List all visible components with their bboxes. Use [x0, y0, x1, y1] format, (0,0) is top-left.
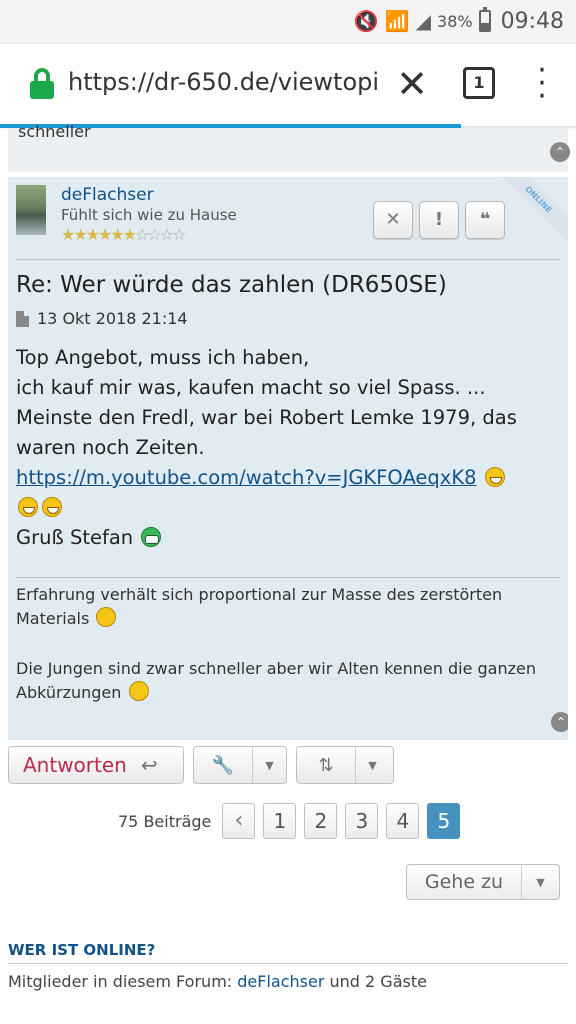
- star-icon: ☆: [147, 225, 161, 244]
- star-icon: ★: [122, 225, 137, 244]
- reply-arrow-icon: ↩: [140, 753, 158, 777]
- post-date: 13 Okt 2018 21:14: [37, 309, 188, 328]
- page-4[interactable]: 4: [386, 803, 420, 839]
- wrench-icon: 🔧: [211, 754, 235, 776]
- post-content: Top Angebot, muss ich haben, ich kauf mi…: [16, 343, 564, 553]
- divider: [16, 259, 560, 260]
- address-bar[interactable]: https://dr-650.de/viewtopic: [68, 68, 378, 96]
- post: ONLINE deFlachser Fühlt sich wie zu Haus…: [8, 177, 568, 740]
- close-icon[interactable]: ✕: [392, 64, 432, 104]
- post-author[interactable]: deFlachser: [61, 185, 154, 205]
- post-line: Meinste den Fredl, war bei Robert Lemke …: [16, 406, 517, 459]
- chevron-down-icon: ▼: [521, 865, 559, 899]
- previous-page-button[interactable]: ‹: [222, 803, 256, 839]
- online-member-link[interactable]: deFlachser: [237, 972, 324, 991]
- post-title[interactable]: Re: Wer würde das zahlen (DR650SE): [16, 272, 447, 298]
- battery-icon: [478, 7, 491, 32]
- post-line: Gruß Stefan: [16, 523, 564, 553]
- sort-icon: ⇅: [318, 754, 334, 776]
- post-line: [16, 493, 564, 523]
- grinning-smiley-icon: [141, 527, 162, 547]
- pagination: 75 Beiträge ‹ 1 2 3 4 5: [118, 803, 461, 839]
- post-count: 75 Beiträge: [118, 811, 212, 831]
- status-bar: 🔇 📶 ◢ 38% 09:48: [0, 0, 576, 44]
- star-icon: ☆: [159, 225, 174, 244]
- topic-tools-button[interactable]: 🔧 ▼: [193, 746, 287, 784]
- star-icon: ★: [73, 225, 87, 244]
- post-meta: 13 Okt 2018 21:14: [16, 309, 188, 328]
- lock-icon[interactable]: [30, 68, 54, 102]
- star-icon: ☆: [172, 225, 186, 244]
- chevron-down-icon: ▼: [252, 747, 286, 783]
- star-icon: ☆: [135, 225, 149, 244]
- previous-post: schneller ⌃: [8, 122, 570, 172]
- sort-button[interactable]: ⇅ ▼: [296, 746, 394, 784]
- avatar[interactable]: [16, 185, 46, 235]
- back-to-top-icon[interactable]: ⌃: [550, 142, 570, 162]
- laughing-smiley-icon: [484, 467, 505, 487]
- page-3[interactable]: 3: [345, 803, 379, 839]
- delete-button[interactable]: ✕: [373, 201, 413, 239]
- tab-switcher-button[interactable]: 1: [463, 67, 495, 99]
- wifi-icon: 📶: [384, 9, 410, 33]
- back-to-top-icon[interactable]: ⌃: [551, 712, 568, 732]
- battery-percent: 38%: [437, 11, 473, 31]
- report-button[interactable]: !: [419, 201, 459, 239]
- post-line: Top Angebot, muss ich haben,: [16, 346, 310, 369]
- post-line: https://m.youtube.com/watch?v=JGKFOAeqxK…: [16, 463, 564, 493]
- who-is-online-heading[interactable]: WER IST ONLINE?: [8, 941, 155, 959]
- author-rank: Fühlt sich wie zu Hause: [61, 206, 237, 224]
- wink-smiley-icon: [128, 681, 149, 701]
- post-line: ich kauf mir was, kaufen macht so viel S…: [16, 376, 486, 399]
- jump-to-button[interactable]: Gehe zu ▼: [406, 864, 560, 900]
- divider: [8, 963, 568, 964]
- rank-stars: ★★★★★★☆☆☆☆: [61, 225, 186, 244]
- clock: 09:48: [500, 8, 564, 34]
- chevron-down-icon: ▼: [355, 747, 389, 783]
- page-5-current[interactable]: 5: [427, 803, 461, 839]
- signature-line: Die Jungen sind zwar schneller aber wir …: [16, 659, 536, 702]
- greeting: Gruß Stefan: [16, 526, 134, 549]
- browser-toolbar: https://dr-650.de/viewtopic ✕ 1 ···: [0, 44, 576, 126]
- star-icon: ★: [110, 225, 124, 244]
- topic-actions: Antworten ↩ 🔧 ▼ ⇅ ▼: [8, 746, 394, 786]
- star-icon: ★: [85, 225, 100, 244]
- reply-button[interactable]: Antworten ↩: [8, 746, 184, 784]
- status-icons: 🔇 📶 ◢ 38% 09:48: [354, 6, 564, 36]
- signature-divider: [16, 577, 560, 578]
- star-icon: ★: [98, 225, 112, 244]
- cool-smiley-icon: [96, 607, 117, 627]
- signature-line: Erfahrung verhält sich proportional zur …: [16, 585, 503, 628]
- overflow-menu-icon[interactable]: · · ·: [536, 56, 548, 112]
- signature: Erfahrung verhält sich proportional zur …: [16, 583, 564, 731]
- online-users: Mitglieder in diesem Forum: deFlachser u…: [8, 972, 427, 991]
- post-buttons: ✕ ! ❝: [373, 201, 505, 239]
- page-2[interactable]: 2: [304, 803, 338, 839]
- signal-icon: ◢: [415, 9, 432, 33]
- laughing-smiley-icon: [42, 497, 62, 517]
- quote-button[interactable]: ❝: [465, 201, 505, 239]
- document-icon[interactable]: [16, 310, 29, 327]
- youtube-link[interactable]: https://m.youtube.com/watch?v=JGKFOAeqxK…: [16, 466, 477, 489]
- page-1[interactable]: 1: [263, 803, 297, 839]
- laughing-smiley-icon: [18, 497, 38, 517]
- star-icon: ★: [61, 225, 75, 244]
- previous-post-text: schneller: [18, 122, 91, 141]
- mute-icon: 🔇: [353, 9, 379, 33]
